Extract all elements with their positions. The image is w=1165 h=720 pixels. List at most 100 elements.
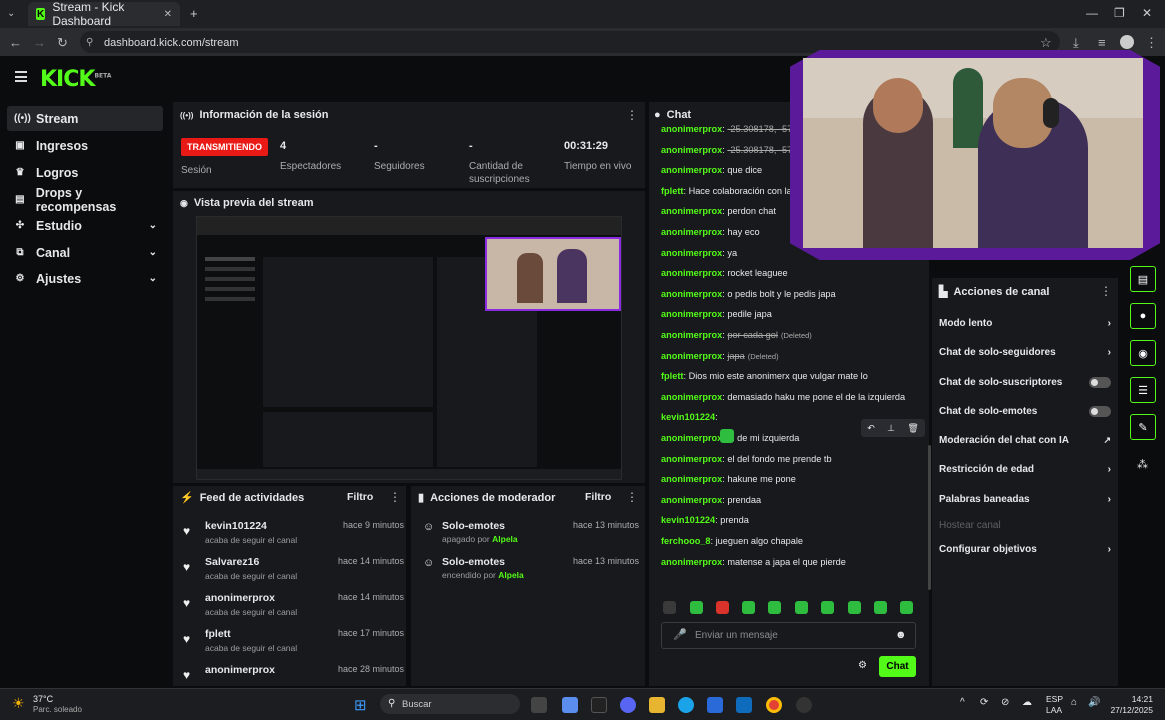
- sidebar-item-canal[interactable]: ⧉ Canal ⌄: [7, 240, 163, 265]
- taskbar-date[interactable]: 27/12/2025: [1105, 705, 1153, 715]
- emote-icon[interactable]: [690, 601, 703, 614]
- tray-network-icon[interactable]: ⌂: [1071, 697, 1077, 708]
- bookmark-star-icon[interactable]: ☆: [1040, 35, 1052, 51]
- action-followers-only[interactable]: Chat de solo-seguidores ›: [939, 347, 1111, 358]
- chat-username[interactable]: anonimerprox: [661, 330, 722, 340]
- file-explorer-icon[interactable]: [649, 697, 665, 713]
- taskbar-search[interactable]: [380, 694, 520, 714]
- chat-username[interactable]: anonimerprox: [661, 392, 722, 402]
- kick-logo[interactable]: KICKBETA: [40, 67, 111, 92]
- edge-icon[interactable]: [678, 697, 694, 713]
- reload-icon[interactable]: ↻: [57, 35, 68, 51]
- chat-username[interactable]: kevin101224: [661, 412, 715, 422]
- chat-username[interactable]: fplett: [661, 186, 683, 196]
- chat-username[interactable]: anonimerprox: [661, 165, 722, 175]
- rail-broadcast-icon[interactable]: ◉: [1130, 340, 1156, 366]
- emote-icon[interactable]: [848, 601, 861, 614]
- tab-list-icon[interactable]: ⌄: [7, 8, 15, 19]
- emotes-only-toggle[interactable]: [1089, 406, 1111, 417]
- delete-icon[interactable]: 🗑: [907, 423, 918, 434]
- close-window-icon[interactable]: ✕: [1142, 6, 1152, 20]
- chat-username[interactable]: anonimerprox: [661, 495, 722, 505]
- sidebar-item-drops[interactable]: ▤ Drops y recompensas: [7, 186, 163, 214]
- chat-scrollbar[interactable]: [928, 445, 931, 590]
- action-banned-words[interactable]: Palabras baneadas ›: [939, 494, 1111, 505]
- epic-games-icon[interactable]: [591, 697, 607, 713]
- tray-chevron-icon[interactable]: ^: [960, 697, 965, 708]
- action-age-restriction[interactable]: Restricción de edad ›: [939, 464, 1111, 475]
- tray-volume-icon[interactable]: 🔊: [1088, 697, 1100, 708]
- outlook-icon[interactable]: [736, 697, 752, 713]
- webcam-feed[interactable]: [803, 58, 1143, 248]
- chat-username[interactable]: anonimerprox: [661, 268, 722, 278]
- browser-tab[interactable]: K Stream - Kick Dashboard ✕: [28, 0, 180, 28]
- pin-icon[interactable]: ⊥: [887, 423, 895, 434]
- emote-icon[interactable]: [900, 601, 913, 614]
- chat-settings-gear-icon[interactable]: ⚙: [858, 660, 867, 671]
- extensions-icon[interactable]: ≡: [1098, 35, 1106, 50]
- new-tab-button[interactable]: +: [190, 6, 198, 21]
- windows-start-icon[interactable]: ⊞: [354, 696, 367, 714]
- mod-menu-icon[interactable]: ⋮: [626, 490, 638, 504]
- sidebar-item-logros[interactable]: ♛ Logros: [7, 160, 163, 185]
- forward-icon[interactable]: →: [33, 35, 46, 50]
- sidebar-item-stream[interactable]: ((•)) Stream: [7, 106, 163, 131]
- send-chat-button[interactable]: Chat: [879, 656, 916, 677]
- chat-username[interactable]: fplett: [661, 371, 683, 381]
- chat-username[interactable]: anonimerprox: [661, 309, 722, 319]
- back-icon[interactable]: ←: [9, 35, 22, 50]
- store-icon[interactable]: [707, 697, 723, 713]
- download-icon[interactable]: ⤓: [1073, 35, 1079, 51]
- minimize-icon[interactable]: —: [1086, 6, 1098, 20]
- taskbar-clock[interactable]: 14:21: [1105, 694, 1153, 704]
- mod-action-by[interactable]: Alpela: [498, 570, 524, 580]
- emote-icon[interactable]: [821, 601, 834, 614]
- browser-menu-icon[interactable]: ⋮: [1145, 35, 1158, 51]
- tray-mute-icon[interactable]: ⊘: [1001, 697, 1009, 708]
- chat-username[interactable]: kevin101224: [661, 515, 715, 525]
- chat-username[interactable]: ferchooo_8: [661, 536, 711, 546]
- rail-chat-icon[interactable]: ●: [1130, 303, 1156, 329]
- weather-icon[interactable]: ☀: [12, 695, 25, 712]
- sidebar-item-ajustes[interactable]: ⚙ Ajustes ⌄: [7, 266, 163, 291]
- chat-username[interactable]: anonimerprox: [661, 454, 722, 464]
- rail-tools-icon[interactable]: ✎: [1130, 414, 1156, 440]
- chat-username[interactable]: anonimerprox: [661, 248, 722, 258]
- emote-icon[interactable]: [716, 601, 729, 614]
- obs-icon[interactable]: [796, 697, 812, 713]
- action-ai-moderation[interactable]: Moderación del chat con IA ↗: [939, 435, 1111, 446]
- chat-username[interactable]: anonimerprox: [661, 145, 722, 155]
- chat-username[interactable]: anonimerprox: [661, 474, 722, 484]
- chat-username[interactable]: anonimerprox: [661, 289, 722, 299]
- copilot-icon[interactable]: [562, 697, 578, 713]
- emote-icon[interactable]: [874, 601, 887, 614]
- site-info-icon[interactable]: ⚲: [86, 37, 93, 48]
- emote-icon[interactable]: [795, 601, 808, 614]
- undo-icon[interactable]: ↶: [867, 423, 875, 434]
- keyboard-layout[interactable]: LAA: [1046, 705, 1062, 715]
- chat-username[interactable]: anonimerprox: [661, 557, 722, 567]
- rail-more-icon[interactable]: ⁂: [1137, 458, 1148, 471]
- sidebar-item-estudio[interactable]: ✣ Estudio ⌄: [7, 213, 163, 238]
- chat-username[interactable]: anonimerprox: [661, 433, 722, 443]
- subs-only-toggle[interactable]: [1089, 377, 1111, 388]
- mod-action-by[interactable]: Alpela: [492, 534, 518, 544]
- session-menu-icon[interactable]: ⋮: [626, 108, 638, 122]
- channel-actions-menu-icon[interactable]: ⋮: [1100, 284, 1112, 298]
- stream-preview-video[interactable]: [196, 216, 622, 480]
- microphone-icon[interactable]: 🎤: [673, 628, 687, 641]
- chat-username[interactable]: anonimerprox: [661, 351, 722, 361]
- action-slow-mode[interactable]: Modo lento ›: [939, 318, 1111, 329]
- task-view-icon[interactable]: [531, 697, 547, 713]
- keyboard-lang[interactable]: ESP: [1046, 694, 1063, 704]
- emote-picker-icon[interactable]: [663, 601, 676, 614]
- feed-menu-icon[interactable]: ⋮: [389, 490, 401, 504]
- profile-avatar[interactable]: [1120, 35, 1134, 49]
- chrome-icon[interactable]: [766, 697, 782, 713]
- emoji-icon[interactable]: ☻: [895, 629, 907, 641]
- hamburger-menu-icon[interactable]: [15, 71, 27, 82]
- tray-sync-icon[interactable]: ⟳: [980, 697, 988, 708]
- action-configure-goals[interactable]: Configurar objetivos ›: [939, 544, 1111, 555]
- emote-icon[interactable]: [768, 601, 781, 614]
- tray-onedrive-icon[interactable]: ☁: [1022, 697, 1032, 708]
